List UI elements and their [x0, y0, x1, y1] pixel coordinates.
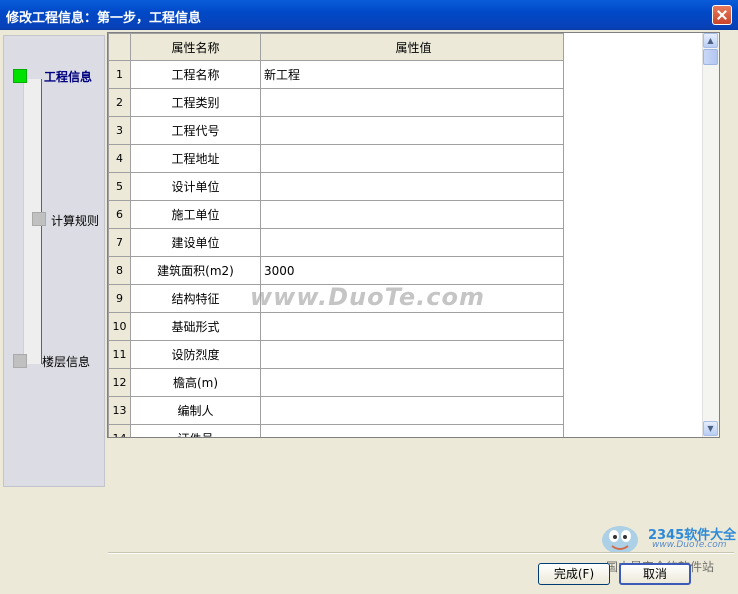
- close-button[interactable]: [712, 5, 732, 25]
- table-row[interactable]: 8 建筑面积(m2) 3000: [108, 256, 564, 285]
- table-row[interactable]: 3 工程代号: [108, 116, 564, 145]
- property-name-cell: 施工单位: [130, 200, 261, 229]
- property-grid[interactable]: 属性名称 属性值 1 工程名称 新工程 2 工程类别 3 工程代号 4 工程地址 5 设计单位 6 施工…: [107, 32, 720, 438]
- property-value-cell[interactable]: [260, 228, 564, 257]
- step-calc-rules[interactable]: 计算规则: [51, 212, 99, 229]
- table-row[interactable]: 7 建设单位: [108, 228, 564, 257]
- table-row[interactable]: 13 编制人: [108, 396, 564, 425]
- row-index: 3: [108, 116, 131, 145]
- table-row[interactable]: 2 工程类别: [108, 88, 564, 117]
- table-row[interactable]: 10 基础形式: [108, 312, 564, 341]
- property-name-cell: 编制人: [130, 396, 261, 425]
- row-index: 8: [108, 256, 131, 285]
- property-value-cell[interactable]: 新工程: [260, 60, 564, 89]
- property-name-cell: 建筑面积(m2): [130, 256, 261, 285]
- property-name-cell: 工程名称: [130, 60, 261, 89]
- step-indicator-calc-rules: [32, 212, 46, 226]
- property-name-cell: 工程地址: [130, 144, 261, 173]
- scroll-thumb[interactable]: [703, 49, 718, 65]
- property-name-cell: 结构特征: [130, 284, 261, 313]
- property-value-cell[interactable]: [260, 396, 564, 425]
- table-row[interactable]: 11 设防烈度: [108, 340, 564, 369]
- row-index: 2: [108, 88, 131, 117]
- vertical-scrollbar[interactable]: ▲ ▼: [702, 33, 719, 437]
- row-index: 7: [108, 228, 131, 257]
- property-value-cell[interactable]: [260, 368, 564, 397]
- grid-header-index: [108, 33, 131, 61]
- watermark: www.DuoTe.com: [250, 283, 485, 311]
- scroll-up-icon[interactable]: ▲: [703, 33, 718, 48]
- property-name-cell: 工程代号: [130, 116, 261, 145]
- table-row[interactable]: 14证件号: [108, 424, 564, 437]
- table-row[interactable]: 1 工程名称 新工程: [108, 60, 564, 89]
- property-value-cell[interactable]: [260, 88, 564, 117]
- footer-separator: [108, 552, 734, 554]
- property-value-cell[interactable]: [260, 340, 564, 369]
- property-value-cell[interactable]: [260, 144, 564, 173]
- finish-button[interactable]: 完成(F): [538, 563, 610, 585]
- property-name-cell: 设防烈度: [130, 340, 261, 369]
- row-index: 11: [108, 340, 131, 369]
- property-value-cell[interactable]: [260, 172, 564, 201]
- step-indicator-floor-info: [13, 354, 27, 368]
- grid-header-value[interactable]: 属性值: [260, 33, 564, 61]
- scroll-down-icon[interactable]: ▼: [703, 421, 718, 436]
- property-name-cell: 设计单位: [130, 172, 261, 201]
- logo-url-text: www.DuoTe.com: [652, 540, 727, 550]
- row-index: 10: [108, 312, 131, 341]
- property-name-cell: 工程类别: [130, 88, 261, 117]
- property-value-cell[interactable]: [260, 312, 564, 341]
- cancel-button[interactable]: 取消: [619, 563, 691, 585]
- table-row[interactable]: 6 施工单位: [108, 200, 564, 229]
- row-index: 5: [108, 172, 131, 201]
- step-indicator-project-info: [13, 69, 27, 83]
- step-navigator: 工程信息 计算规则 楼层信息: [3, 35, 105, 487]
- step-project-info[interactable]: 工程信息: [44, 68, 92, 85]
- table-row[interactable]: 5 设计单位: [108, 172, 564, 201]
- row-index: 6: [108, 200, 131, 229]
- property-name-cell: 基础形式: [130, 312, 261, 341]
- row-index: 4: [108, 144, 131, 173]
- row-index: 9: [108, 284, 131, 313]
- property-name-cell: 建设单位: [130, 228, 261, 257]
- property-value-cell[interactable]: [260, 200, 564, 229]
- row-index: 12: [108, 368, 131, 397]
- property-value-cell[interactable]: 3000: [260, 256, 564, 285]
- property-value-cell[interactable]: [260, 424, 564, 437]
- row-index: 1: [108, 60, 131, 89]
- window-title: 修改工程信息：第一步，工程信息: [6, 11, 202, 26]
- property-name-cell: 证件号: [130, 424, 261, 437]
- row-index: 13: [108, 396, 131, 425]
- table-row[interactable]: 12 檐高(m): [108, 368, 564, 397]
- grid-header-name[interactable]: 属性名称: [130, 33, 261, 61]
- table-row[interactable]: 4 工程地址: [108, 144, 564, 173]
- property-value-cell[interactable]: [260, 116, 564, 145]
- title-bar: 修改工程信息：第一步，工程信息: [0, 0, 738, 30]
- row-index: 14: [108, 424, 131, 437]
- grid-header-row: 属性名称 属性值: [108, 33, 564, 61]
- property-name-cell: 檐高(m): [130, 368, 261, 397]
- step-floor-info[interactable]: 楼层信息: [42, 353, 90, 370]
